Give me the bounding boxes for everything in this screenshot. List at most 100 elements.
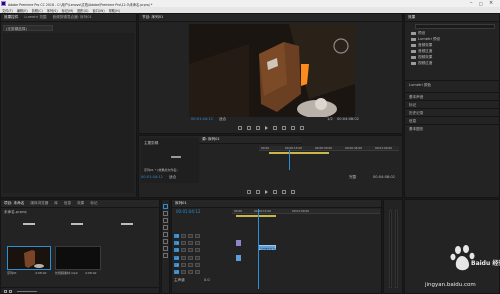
ripple-edit-tool-icon[interactable] [163, 218, 168, 223]
program-scale-select[interactable]: 1/2 [327, 117, 333, 121]
slider-track[interactable] [121, 223, 133, 225]
lower-scale-select[interactable]: 完整 [349, 175, 356, 180]
track-a3-target[interactable]: A3 [174, 270, 179, 274]
track-a3-solo-icon[interactable] [195, 270, 200, 274]
menu-help[interactable]: 帮助(H) [109, 8, 120, 13]
effects-item-presets[interactable]: 预设 [411, 31, 425, 36]
list-view-icon[interactable] [4, 290, 7, 293]
section-essential-graphics[interactable]: 基本图形 [405, 124, 500, 132]
type-tool-icon[interactable] [163, 253, 168, 258]
track-v1-lock-icon[interactable] [181, 248, 186, 252]
track-a2-lock-icon[interactable] [181, 263, 186, 267]
step-forward-button[interactable] [272, 125, 277, 130]
razor-tool-icon[interactable] [163, 225, 168, 230]
tab-effects[interactable]: 效果 [77, 201, 84, 206]
effects-item-lumetri-presets[interactable]: Lumetri 预设 [411, 37, 440, 42]
timeline-work-area[interactable] [236, 215, 276, 217]
menu-graphics[interactable]: 图形(G) [77, 8, 88, 13]
track-v3-eye-icon[interactable] [195, 234, 200, 238]
track-v2-sync-icon[interactable] [188, 241, 193, 245]
effects-item-audio-effects[interactable]: 音频效果 [411, 43, 432, 48]
timeline-title[interactable]: 序列01 [175, 201, 187, 206]
project-item-media[interactable]: 长视频素材.mp4 4:08:02 [55, 246, 101, 276]
track-a1-lock-icon[interactable] [181, 256, 186, 260]
program-title[interactable]: 节目: 序列01 [142, 15, 163, 20]
slider-track[interactable] [71, 223, 83, 225]
track-a2-mute-icon[interactable] [188, 263, 193, 267]
program-timecode-left[interactable]: 00:01:04:12 [191, 117, 213, 121]
play-button[interactable] [264, 125, 268, 130]
track-v2-eye-icon[interactable] [195, 241, 200, 245]
menu-window[interactable]: 窗口(W) [93, 8, 105, 13]
video-clip[interactable] [236, 240, 241, 246]
selection-tool-icon[interactable] [163, 204, 168, 209]
lower-monitor-playhead[interactable] [289, 150, 290, 170]
track-a2-solo-icon[interactable] [195, 263, 200, 267]
pen-tool-icon[interactable] [163, 239, 168, 244]
minimize-button[interactable]: – [470, 0, 473, 6]
track-v1-sync-icon[interactable] [188, 248, 193, 252]
track-v2-lock-icon[interactable] [181, 241, 186, 245]
effects-title[interactable]: 效果 [408, 15, 415, 20]
section-essential-sound[interactable]: 基本声音 [405, 92, 500, 100]
master-value[interactable]: 0.0 [204, 278, 210, 282]
mark-in-button[interactable] [237, 125, 242, 130]
slip-tool-icon[interactable] [163, 232, 168, 237]
lower-insert-button[interactable] [281, 189, 286, 194]
effects-item-video-transitions[interactable]: 视频过渡 [411, 61, 432, 66]
tab-markers[interactable]: 标记 [90, 201, 97, 206]
lower-monitor-title[interactable]: 源: 序列01 [202, 137, 220, 142]
close-button[interactable]: × [489, 0, 493, 6]
mark-out-button[interactable] [246, 125, 251, 130]
tab-audio-clip-mixer[interactable]: 音频剪辑混合器: 序列01 [53, 15, 92, 20]
track-v1-eye-icon[interactable] [195, 248, 200, 252]
tab-media-browser[interactable]: 媒体浏览器 [30, 201, 48, 206]
lower-timecode-left[interactable]: 00:01:04:12 [141, 175, 163, 179]
timeline-timecode[interactable]: 00:01:04:12 [176, 209, 200, 214]
project-item-sequence[interactable]: 序列01 4:08:02 [7, 246, 51, 276]
effects-item-video-effects[interactable]: 视频效果 [411, 55, 432, 60]
menu-edit[interactable]: 编辑(E) [17, 8, 28, 13]
track-a1-solo-icon[interactable] [195, 256, 200, 260]
effects-item-audio-transitions[interactable]: 音频过渡 [411, 49, 432, 54]
step-back-button[interactable] [255, 125, 260, 130]
lower-overwrite-button[interactable] [290, 189, 295, 194]
lower-play-button[interactable] [264, 189, 268, 194]
tab-project[interactable]: 项目: 未命名 [4, 201, 24, 206]
menu-file[interactable]: 文件(F) [2, 8, 13, 13]
track-v3-lock-icon[interactable] [181, 234, 186, 238]
icon-view-icon[interactable] [9, 290, 12, 293]
section-info[interactable]: 信息 [405, 116, 500, 124]
slider-track[interactable] [23, 223, 35, 225]
track-v3-target[interactable]: V3 [174, 234, 179, 238]
track-a3-lock-icon[interactable] [181, 270, 186, 274]
extract-button[interactable] [290, 125, 295, 130]
track-a3-mute-icon[interactable] [188, 270, 193, 274]
lower-fit-select[interactable]: 适合 [169, 175, 176, 180]
track-v2-target[interactable]: V2 [174, 241, 179, 245]
hand-tool-icon[interactable] [163, 246, 168, 251]
section-history[interactable]: 历史记录 [405, 108, 500, 116]
track-a1-mute-icon[interactable] [188, 256, 193, 260]
track-a2-target[interactable]: A2 [174, 263, 179, 267]
dragged-clip[interactable]: 长视频素材.mp4 [V] [258, 245, 282, 251]
tab-effect-controls[interactable]: 效果控件 [4, 15, 18, 20]
lift-button[interactable] [281, 125, 286, 130]
tab-libraries[interactable]: 库 [54, 201, 58, 206]
menu-sequence[interactable]: 序列(S) [47, 8, 58, 13]
track-v1-target[interactable]: V1 [174, 248, 179, 252]
menu-marker[interactable]: 标记(M) [62, 8, 74, 13]
lower-step-forward-button[interactable] [272, 189, 277, 194]
section-markers[interactable]: 标记 [405, 100, 500, 108]
section-lumetri-color[interactable]: Lumetri 颜色 [405, 80, 500, 88]
track-select-tool-icon[interactable] [163, 211, 168, 216]
export-frame-button[interactable] [299, 125, 304, 130]
timeline-playhead[interactable] [258, 209, 259, 289]
effects-search[interactable] [415, 24, 495, 29]
program-fit-select[interactable]: 适合 [219, 117, 226, 122]
track-a1-target[interactable]: A1 [174, 256, 179, 260]
track-v3-sync-icon[interactable] [188, 234, 193, 238]
maximize-button[interactable]: □ [479, 1, 483, 6]
zoom-slider[interactable] [17, 291, 37, 292]
menu-clip[interactable]: 剪辑(C) [32, 8, 43, 13]
